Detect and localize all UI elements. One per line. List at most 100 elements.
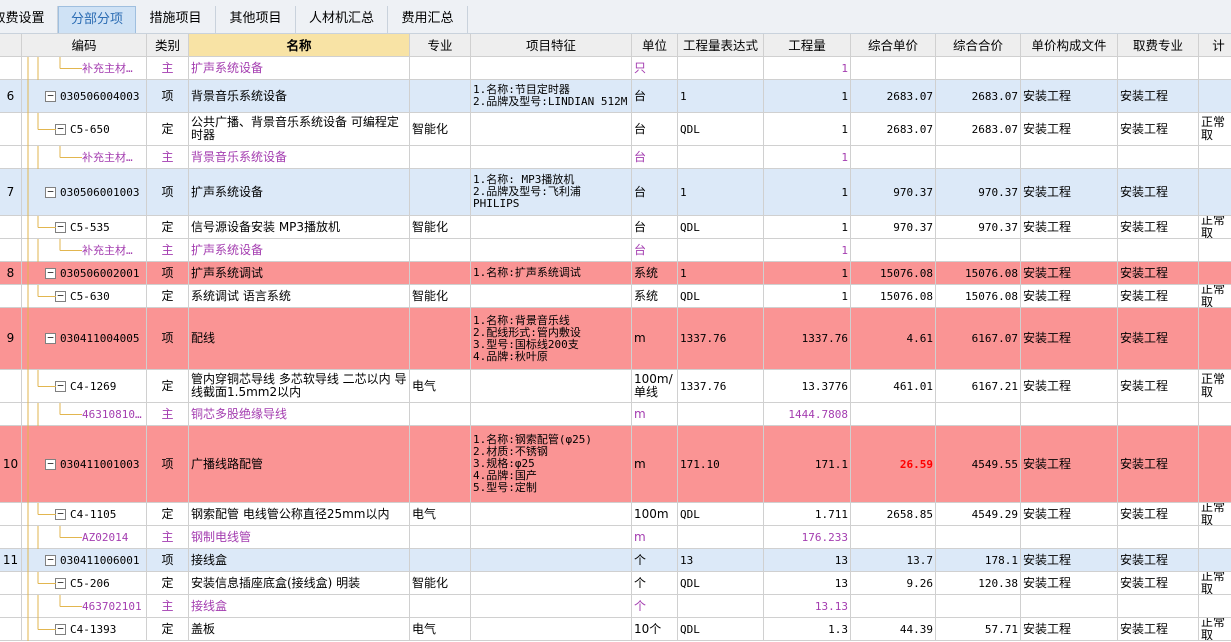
- cell-fee[interactable]: 安装工程: [1118, 370, 1199, 403]
- cell-expr[interactable]: QDL: [678, 285, 764, 308]
- cell-file[interactable]: 安装工程: [1021, 549, 1118, 572]
- cell-calc[interactable]: [1199, 169, 1231, 216]
- cell-type[interactable]: 主: [147, 239, 189, 262]
- cell-name[interactable]: 扩声系统调试: [189, 262, 410, 285]
- cell-uprice[interactable]: 44.39: [851, 618, 936, 641]
- collapse-toggle-icon[interactable]: −: [45, 458, 56, 470]
- cell-fee[interactable]: 安装工程: [1118, 426, 1199, 503]
- collapse-toggle-icon[interactable]: −: [55, 623, 66, 635]
- cell-file[interactable]: 安装工程: [1021, 370, 1118, 403]
- cell-type[interactable]: 项: [147, 169, 189, 216]
- cell-qty[interactable]: 1.711: [764, 503, 851, 526]
- cell-calc[interactable]: [1199, 595, 1231, 618]
- column-header-1[interactable]: 编码: [22, 34, 147, 57]
- cell-feature[interactable]: [471, 503, 632, 526]
- cell-uprice[interactable]: 970.37: [851, 169, 936, 216]
- cell-uprice[interactable]: [851, 146, 936, 169]
- cell-calc[interactable]: 正常取: [1199, 285, 1231, 308]
- cell-name[interactable]: 背景音乐系统设备: [189, 80, 410, 113]
- cell-name[interactable]: 盖板: [189, 618, 410, 641]
- cell-spec[interactable]: [410, 57, 471, 80]
- cell-code[interactable]: 补充主材…: [22, 57, 147, 80]
- column-header-10[interactable]: 综合合价: [936, 34, 1021, 57]
- cell-calc[interactable]: [1199, 57, 1231, 80]
- column-header-5[interactable]: 项目特征: [471, 34, 632, 57]
- cell-spec[interactable]: [410, 549, 471, 572]
- cell-feature[interactable]: 1.名称:节目定时器 2.品牌及型号:LINDIAN 512M: [471, 80, 632, 113]
- cell-name[interactable]: 系统调试 语言系统: [189, 285, 410, 308]
- cell-uprice[interactable]: 4.61: [851, 308, 936, 370]
- cell-code[interactable]: −030506001003: [22, 169, 147, 216]
- cell-expr[interactable]: QDL: [678, 572, 764, 595]
- cell-expr[interactable]: QDL: [678, 503, 764, 526]
- cell-expr[interactable]: [678, 595, 764, 618]
- cell-total[interactable]: 6167.07: [936, 308, 1021, 370]
- cell-calc[interactable]: 正常取: [1199, 370, 1231, 403]
- cell-code[interactable]: − C4-1393: [22, 618, 147, 641]
- cell-type[interactable]: 主: [147, 526, 189, 549]
- cell-fee[interactable]: 安装工程: [1118, 262, 1199, 285]
- cell-code[interactable]: 46310810…: [22, 403, 147, 426]
- cell-unit[interactable]: 100m/ 单线: [632, 370, 678, 403]
- cell-file[interactable]: [1021, 57, 1118, 80]
- cell-fee[interactable]: [1118, 146, 1199, 169]
- cell-file[interactable]: 安装工程: [1021, 113, 1118, 146]
- tab-0[interactable]: 取费设置: [0, 6, 58, 33]
- cell-name[interactable]: 扩声系统设备: [189, 57, 410, 80]
- cell-spec[interactable]: [410, 80, 471, 113]
- cell-file[interactable]: [1021, 146, 1118, 169]
- cell-file[interactable]: 安装工程: [1021, 572, 1118, 595]
- cell-unit[interactable]: 只: [632, 57, 678, 80]
- cell-type[interactable]: 项: [147, 308, 189, 370]
- cell-uprice[interactable]: 9.26: [851, 572, 936, 595]
- cell-unit[interactable]: 10个: [632, 618, 678, 641]
- cell-expr[interactable]: 13: [678, 549, 764, 572]
- column-header-12[interactable]: 取费专业: [1118, 34, 1199, 57]
- cell-feature[interactable]: [471, 146, 632, 169]
- cell-expr[interactable]: 1: [678, 169, 764, 216]
- cell-expr[interactable]: 1337.76: [678, 308, 764, 370]
- cell-type[interactable]: 定: [147, 618, 189, 641]
- cell-uprice[interactable]: 15076.08: [851, 262, 936, 285]
- cell-file[interactable]: 安装工程: [1021, 262, 1118, 285]
- cell-name[interactable]: 管内穿铜芯导线 多芯软导线 二芯以内 导线截面1.5mm2以内: [189, 370, 410, 403]
- cell-spec[interactable]: [410, 146, 471, 169]
- cell-name[interactable]: 钢索配管 电线管公称直径25mm以内: [189, 503, 410, 526]
- cell-name[interactable]: 铜芯多股绝缘导线: [189, 403, 410, 426]
- cell-code[interactable]: −030411004005: [22, 308, 147, 370]
- collapse-toggle-icon[interactable]: −: [55, 508, 66, 520]
- cell-expr[interactable]: 1: [678, 262, 764, 285]
- cell-feature[interactable]: [471, 549, 632, 572]
- cell-calc[interactable]: 正常取: [1199, 503, 1231, 526]
- column-header-3[interactable]: 名称: [189, 34, 410, 57]
- cell-fee[interactable]: 安装工程: [1118, 285, 1199, 308]
- cell-total[interactable]: 4549.29: [936, 503, 1021, 526]
- tab-1[interactable]: 分部分项: [58, 6, 136, 33]
- cell-total[interactable]: [936, 57, 1021, 80]
- collapse-toggle-icon[interactable]: −: [45, 186, 56, 198]
- cell-feature[interactable]: [471, 403, 632, 426]
- cell-file[interactable]: [1021, 526, 1118, 549]
- cell-qty[interactable]: 1: [764, 169, 851, 216]
- cell-unit[interactable]: 台: [632, 216, 678, 239]
- cell-unit[interactable]: 系统: [632, 262, 678, 285]
- cell-type[interactable]: 主: [147, 403, 189, 426]
- cell-code[interactable]: − C5-630: [22, 285, 147, 308]
- cell-calc[interactable]: [1199, 308, 1231, 370]
- cell-fee[interactable]: [1118, 526, 1199, 549]
- cell-total[interactable]: 57.71: [936, 618, 1021, 641]
- column-header-8[interactable]: 工程量: [764, 34, 851, 57]
- cell-code[interactable]: − C4-1105: [22, 503, 147, 526]
- cell-total[interactable]: 15076.08: [936, 285, 1021, 308]
- cell-name[interactable]: 接线盒: [189, 549, 410, 572]
- cell-uprice[interactable]: 2683.07: [851, 80, 936, 113]
- cell-unit[interactable]: m: [632, 526, 678, 549]
- cell-qty[interactable]: 13: [764, 549, 851, 572]
- cell-qty[interactable]: 1.3: [764, 618, 851, 641]
- collapse-toggle-icon[interactable]: −: [55, 221, 66, 233]
- cell-uprice[interactable]: [851, 57, 936, 80]
- cell-feature[interactable]: 1.名称:钢索配管(φ25) 2.材质:不锈钢 3.规格:φ25 4.品牌:国产…: [471, 426, 632, 503]
- cell-code[interactable]: − C5-206: [22, 572, 147, 595]
- cell-qty[interactable]: 1: [764, 113, 851, 146]
- cell-calc[interactable]: [1199, 262, 1231, 285]
